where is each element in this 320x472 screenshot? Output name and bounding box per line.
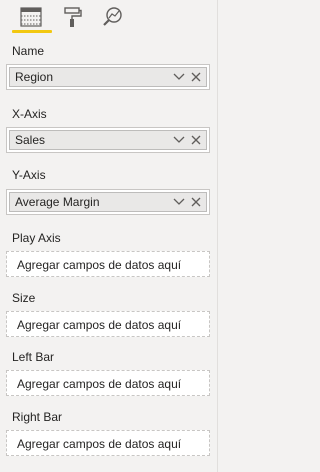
y-axis-well[interactable]: Average Margin [6,189,210,215]
size-well-label: Size [12,291,36,305]
size-well[interactable]: Agregar campos de datos aquí [6,311,210,337]
name-field-value: Region [15,70,54,84]
tab-format[interactable] [58,4,88,30]
name-well-label: Name [12,44,45,58]
tab-fields[interactable] [12,4,52,33]
left-bar-well-label: Left Bar [12,350,55,364]
right-bar-well[interactable]: Agregar campos de datos aquí [6,430,210,456]
play-axis-placeholder: Agregar campos de datos aquí [17,258,182,272]
pane-tab-bar [0,0,218,36]
y-axis-well-label: Y-Axis [12,168,46,182]
analytics-magnifier-icon [103,7,122,26]
chevron-down-icon[interactable] [172,70,186,84]
x-axis-field-pill[interactable]: Sales [9,130,207,150]
chevron-down-icon[interactable] [172,195,186,209]
y-axis-field-value: Average Margin [15,195,100,209]
left-bar-placeholder: Agregar campos de datos aquí [17,377,182,391]
x-axis-well[interactable]: Sales [6,127,210,153]
x-axis-field-value: Sales [15,133,46,147]
name-well[interactable]: Region [6,64,210,90]
visualizations-fields-pane: Name Region X-Axis Sales Y-Axis Average … [0,0,218,472]
play-axis-well[interactable]: Agregar campos de datos aquí [6,251,210,277]
left-bar-well[interactable]: Agregar campos de datos aquí [6,370,210,396]
fields-grid-icon [20,7,42,27]
close-icon[interactable] [189,70,203,84]
chevron-down-icon[interactable] [172,133,186,147]
right-bar-placeholder: Agregar campos de datos aquí [17,437,182,451]
play-axis-well-label: Play Axis [12,231,61,245]
size-placeholder: Agregar campos de datos aquí [17,318,182,332]
x-axis-well-label: X-Axis [12,107,47,121]
name-field-pill[interactable]: Region [9,67,207,87]
close-icon[interactable] [189,195,203,209]
right-bar-well-label: Right Bar [12,410,63,424]
y-axis-field-pill[interactable]: Average Margin [9,192,207,212]
paint-roller-icon [64,7,82,27]
close-icon[interactable] [189,133,203,147]
tab-analytics[interactable] [98,4,128,30]
